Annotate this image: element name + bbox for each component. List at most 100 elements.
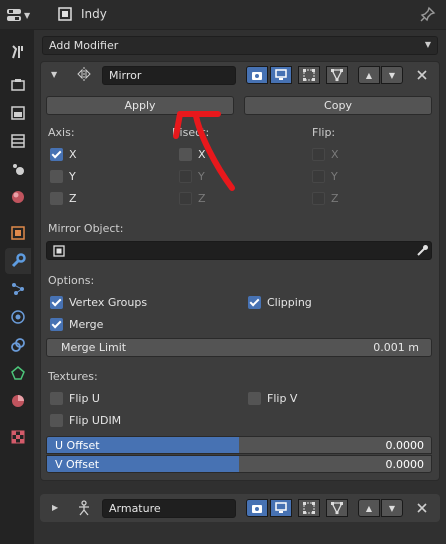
axis-z-checkbox[interactable] xyxy=(50,192,63,205)
cage-icon xyxy=(330,69,344,82)
axis-y-checkbox[interactable] xyxy=(50,170,63,183)
arrow-down-icon: ▼ xyxy=(388,503,396,513)
arrow-up-icon: ▲ xyxy=(365,503,373,513)
tab-texture[interactable] xyxy=(5,424,31,450)
move-down-button[interactable]: ▼ xyxy=(381,66,403,84)
object-icon xyxy=(58,7,72,21)
mirror-modifier-icon xyxy=(77,67,91,81)
object-tab-icon xyxy=(11,226,25,240)
u-offset-slider[interactable]: U Offset 0.0000 xyxy=(46,436,432,454)
render-toggle-button[interactable] xyxy=(246,66,268,84)
modifier-name-field[interactable]: Mirror xyxy=(102,66,236,85)
flip-udim-checkbox[interactable] xyxy=(50,414,63,427)
object-icon xyxy=(53,245,65,257)
eyedropper-icon[interactable] xyxy=(415,244,429,258)
bisect-y-label: Y xyxy=(198,170,205,183)
add-modifier-label: Add Modifier xyxy=(49,39,119,52)
flip-x-checkbox xyxy=(312,148,325,161)
v-offset-value: 0.0000 xyxy=(385,458,425,471)
armature-move-down-button[interactable]: ▼ xyxy=(381,499,403,517)
edit-mode-icon xyxy=(303,502,315,514)
flip-u-checkbox[interactable] xyxy=(50,392,63,405)
textures-label: Textures: xyxy=(48,370,98,383)
copy-button[interactable]: Copy xyxy=(244,96,432,115)
flip-z-checkbox xyxy=(312,192,325,205)
clipping-label: Clipping xyxy=(267,296,312,309)
wrench-icon xyxy=(11,253,26,268)
axis-y-label: Y xyxy=(69,170,76,183)
v-offset-slider[interactable]: V Offset 0.0000 xyxy=(46,455,432,473)
options-label: Options: xyxy=(48,274,95,287)
armature-render-toggle-button[interactable] xyxy=(246,499,268,517)
close-icon[interactable] xyxy=(416,502,428,514)
armature-cage-toggle-button[interactable] xyxy=(326,499,348,517)
apply-button[interactable]: Apply xyxy=(46,96,234,115)
tab-particles[interactable] xyxy=(5,276,31,302)
modifier-name: Mirror xyxy=(109,69,142,82)
tab-tool[interactable] xyxy=(5,39,31,65)
chevron-down-icon: ▼ xyxy=(24,10,31,20)
texture-icon xyxy=(11,430,25,444)
merge-limit-label: Merge Limit xyxy=(61,341,127,354)
tab-view-layer[interactable] xyxy=(5,128,31,154)
tab-material[interactable] xyxy=(5,388,31,414)
tab-output[interactable] xyxy=(5,100,31,126)
flip-y-checkbox xyxy=(312,170,325,183)
pin-icon[interactable] xyxy=(420,6,436,22)
scene-icon xyxy=(13,164,24,175)
editor-type-button[interactable]: ▼ xyxy=(6,6,42,24)
cage-toggle-button[interactable] xyxy=(326,66,348,84)
tab-constraints[interactable] xyxy=(5,332,31,358)
armature-edit-mode-toggle-button[interactable] xyxy=(298,499,320,517)
mirror-object-field[interactable] xyxy=(46,241,432,260)
armature-viewport-toggle-button[interactable] xyxy=(270,499,292,517)
flip-label: Flip: xyxy=(312,126,336,139)
bisect-x-label: X xyxy=(198,148,206,161)
tab-modifiers[interactable] xyxy=(5,248,31,274)
flip-y-label: Y xyxy=(331,170,338,183)
arrow-down-icon: ▼ xyxy=(388,70,396,80)
flip-v-label: Flip V xyxy=(267,392,298,405)
edit-mode-icon xyxy=(303,69,315,81)
properties-editor-icon xyxy=(7,9,21,21)
expand-triangle-icon[interactable]: ▶ xyxy=(52,503,58,512)
merge-limit-field[interactable]: Merge Limit 0.001 m xyxy=(46,338,432,357)
material-icon xyxy=(12,395,24,407)
merge-checkbox[interactable] xyxy=(50,318,63,331)
tool-icon xyxy=(12,45,23,59)
viewport-toggle-button[interactable] xyxy=(270,66,292,84)
collapse-triangle-icon[interactable]: ▼ xyxy=(51,70,57,79)
bisect-x-checkbox[interactable] xyxy=(179,148,192,161)
tab-world[interactable] xyxy=(5,184,31,210)
tab-object[interactable] xyxy=(5,220,31,246)
edit-mode-toggle-button[interactable] xyxy=(298,66,320,84)
u-offset-value: 0.0000 xyxy=(385,439,425,452)
tab-render[interactable] xyxy=(5,72,31,98)
flip-v-checkbox[interactable] xyxy=(248,392,261,405)
axis-z-label: Z xyxy=(69,192,77,205)
armature-modifier-icon xyxy=(79,500,89,516)
tab-scene[interactable] xyxy=(5,156,31,182)
close-icon[interactable] xyxy=(416,69,428,81)
axis-x-checkbox[interactable] xyxy=(50,148,63,161)
armature-modifier-panel xyxy=(40,494,440,522)
constraints-icon xyxy=(11,338,25,352)
tab-physics[interactable] xyxy=(5,304,31,330)
move-up-button[interactable]: ▲ xyxy=(358,66,380,84)
v-offset-label: V Offset xyxy=(55,458,100,471)
properties-tabs xyxy=(0,30,34,544)
armature-name-field[interactable]: Armature xyxy=(102,499,236,518)
view-layer-icon xyxy=(11,134,25,148)
cage-icon xyxy=(330,502,344,515)
vertex-groups-checkbox[interactable] xyxy=(50,296,63,309)
camera-icon xyxy=(252,505,262,513)
add-modifier-dropdown[interactable]: Add Modifier ▼ xyxy=(42,36,438,55)
tab-data[interactable] xyxy=(5,360,31,386)
clipping-checkbox[interactable] xyxy=(248,296,261,309)
render-icon xyxy=(11,79,25,91)
axis-x-label: X xyxy=(69,148,77,161)
armature-move-up-button[interactable]: ▲ xyxy=(358,499,380,517)
mesh-data-icon xyxy=(11,366,25,380)
output-icon xyxy=(11,106,25,120)
flip-u-label: Flip U xyxy=(69,392,100,405)
